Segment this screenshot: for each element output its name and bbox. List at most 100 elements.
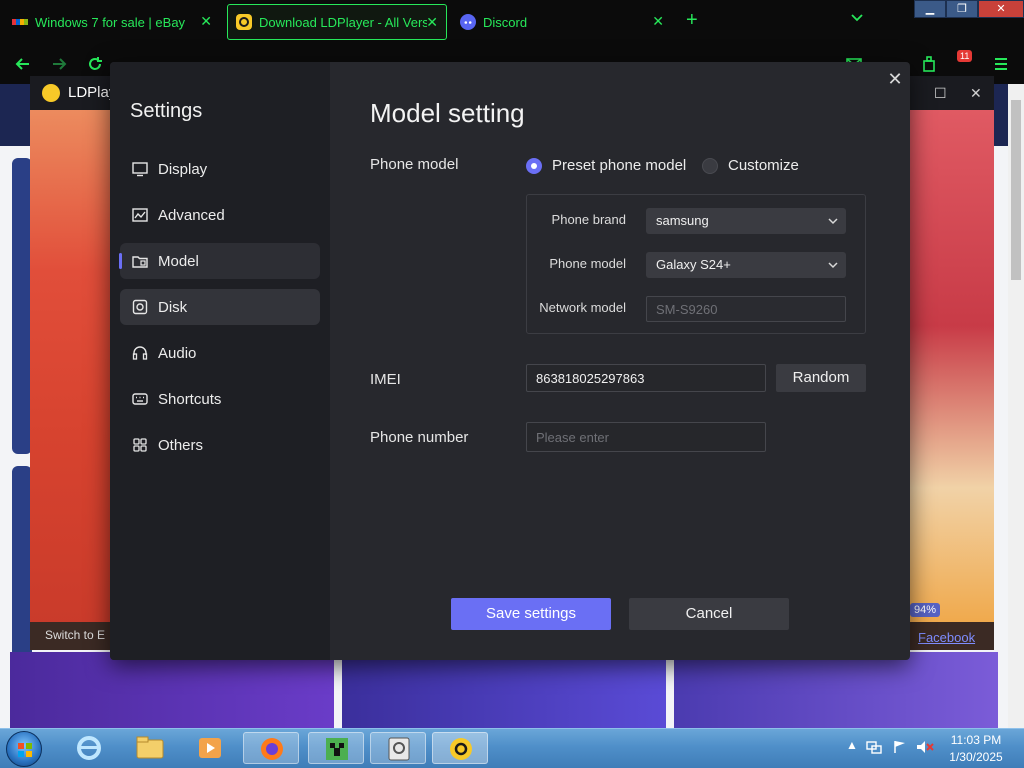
extensions-icon[interactable] xyxy=(920,55,938,73)
settings-title: Settings xyxy=(130,100,203,122)
phone-number-field[interactable] xyxy=(526,422,766,452)
cancel-button[interactable]: Cancel xyxy=(629,598,789,630)
monitor-icon xyxy=(132,162,148,177)
preset-phone-model-radio[interactable]: Preset phone model xyxy=(526,157,686,174)
radio-selected-icon xyxy=(526,157,542,174)
imei-field[interactable] xyxy=(526,364,766,392)
ldplayer-logo-icon xyxy=(42,84,60,102)
close-tab-icon[interactable]: ✕ xyxy=(426,14,438,31)
ldplayer-close-button[interactable]: ✕ xyxy=(970,85,982,102)
maximize-button[interactable]: ❐ xyxy=(946,0,978,18)
web-page-banner xyxy=(10,652,334,728)
action-center-flag-icon[interactable] xyxy=(892,740,908,754)
phone-brand-select[interactable]: samsung xyxy=(646,208,846,234)
random-imei-button[interactable]: Random xyxy=(776,364,866,392)
new-tab-button[interactable]: + xyxy=(686,10,698,30)
minimize-button[interactable]: ▁ xyxy=(914,0,946,18)
clock-time[interactable]: 11:03 PM xyxy=(946,733,1006,747)
ldplayer-icon xyxy=(450,738,472,760)
nav-item-display[interactable]: Display xyxy=(120,151,320,187)
app-taskbar-button[interactable] xyxy=(370,732,426,764)
nav-item-label: Model xyxy=(158,252,199,270)
nav-item-label: Advanced xyxy=(158,206,225,224)
network-model-label: Network model xyxy=(539,300,626,315)
nav-item-label: Disk xyxy=(158,298,188,316)
nav-item-advanced[interactable]: Advanced xyxy=(120,197,320,233)
chevron-down-icon xyxy=(828,218,838,225)
tab-ldplayer[interactable]: Download LDPlayer - All Versio ✕ xyxy=(227,4,447,40)
clock-date[interactable]: 1/30/2025 xyxy=(946,750,1006,764)
creeper-icon xyxy=(326,738,348,760)
firefox-taskbar-button[interactable] xyxy=(243,732,299,764)
radio-label: Preset phone model xyxy=(552,157,687,174)
switch-language-link[interactable]: Switch to E xyxy=(30,622,112,650)
nav-item-label: Display xyxy=(158,160,208,178)
back-icon[interactable] xyxy=(14,55,32,73)
phone-model-select[interactable]: Galaxy S24+ xyxy=(646,252,846,278)
facebook-link[interactable]: Facebook xyxy=(918,630,975,645)
ldplayer-icon xyxy=(236,14,252,30)
nav-item-label: Audio xyxy=(158,344,197,362)
window-controls: ▁ ❐ ✕ xyxy=(914,0,1024,18)
nav-item-label: Others xyxy=(158,436,204,454)
phone-model-sub-label: Phone model xyxy=(549,256,626,271)
close-tab-icon[interactable]: ✕ xyxy=(652,13,664,30)
web-page-banner xyxy=(342,652,666,728)
minecraft-taskbar-button[interactable] xyxy=(308,732,364,764)
volume-muted-icon[interactable] xyxy=(916,740,934,754)
web-page-banner xyxy=(674,652,998,728)
media-player-icon[interactable] xyxy=(193,732,227,764)
tab-label: Download LDPlayer - All Versio xyxy=(259,14,427,30)
menu-icon[interactable] xyxy=(992,55,1010,73)
phone-brand-label: Phone brand xyxy=(551,212,626,227)
page-scrollbar-thumb[interactable] xyxy=(1011,100,1021,280)
extension-badge: 11 xyxy=(957,50,973,62)
grid-icon xyxy=(133,438,147,452)
ebay-icon xyxy=(12,14,28,30)
phone-model-value: Galaxy S24+ xyxy=(656,257,731,272)
active-indicator xyxy=(119,253,122,269)
nav-item-model[interactable]: Model xyxy=(119,243,320,279)
radio-unselected-icon xyxy=(702,157,718,174)
imei-label: IMEI xyxy=(370,371,401,388)
forward-icon[interactable] xyxy=(50,55,68,73)
banner-artwork-left xyxy=(30,110,112,650)
keyboard-icon xyxy=(132,393,148,405)
web-page-card xyxy=(12,466,32,662)
reload-icon[interactable] xyxy=(86,55,104,73)
page-title: Model setting xyxy=(370,98,525,128)
nav-item-label: Shortcuts xyxy=(158,390,222,408)
ldplayer-maximize-button[interactable]: ☐ xyxy=(934,85,947,102)
network-model-field xyxy=(646,296,846,322)
show-hidden-icons-button[interactable]: ▲ xyxy=(846,738,858,752)
nav-item-others[interactable]: Others xyxy=(120,427,320,463)
save-settings-button[interactable]: Save settings xyxy=(451,598,611,630)
close-window-button[interactable]: ✕ xyxy=(978,0,1024,18)
nav-item-disk[interactable]: Disk xyxy=(120,289,320,325)
network-icon[interactable] xyxy=(866,740,882,754)
file-explorer-icon[interactable] xyxy=(133,732,167,764)
tab-discord[interactable]: Discord ✕ xyxy=(452,4,672,40)
web-page-card xyxy=(12,158,32,454)
customize-radio[interactable]: Customize xyxy=(702,157,799,174)
banner-artwork-right xyxy=(908,110,994,650)
settings-sidebar: Settings Display Advanced Model Disk Aud… xyxy=(110,62,330,660)
phone-brand-value: samsung xyxy=(656,213,709,228)
nav-item-shortcuts[interactable]: Shortcuts xyxy=(120,381,320,417)
internet-explorer-icon[interactable] xyxy=(72,732,106,764)
disk-icon xyxy=(132,299,148,315)
tab-label: Windows 7 for sale | eBay xyxy=(35,14,186,30)
chart-icon xyxy=(132,208,148,222)
folder-icon xyxy=(132,256,148,268)
chevron-down-icon[interactable] xyxy=(850,11,864,25)
start-button[interactable] xyxy=(6,731,42,767)
close-tab-icon[interactable]: ✕ xyxy=(200,13,212,30)
chevron-down-icon xyxy=(828,262,838,269)
windows-logo-icon xyxy=(18,743,32,757)
firefox-icon xyxy=(261,738,283,760)
nav-item-audio[interactable]: Audio xyxy=(120,335,320,371)
ldplayer-taskbar-button[interactable] xyxy=(432,732,488,764)
audio-icon xyxy=(132,346,148,360)
tab-ebay[interactable]: Windows 7 for sale | eBay ✕ xyxy=(4,4,220,40)
close-dialog-button[interactable]: ✕ xyxy=(886,70,904,88)
